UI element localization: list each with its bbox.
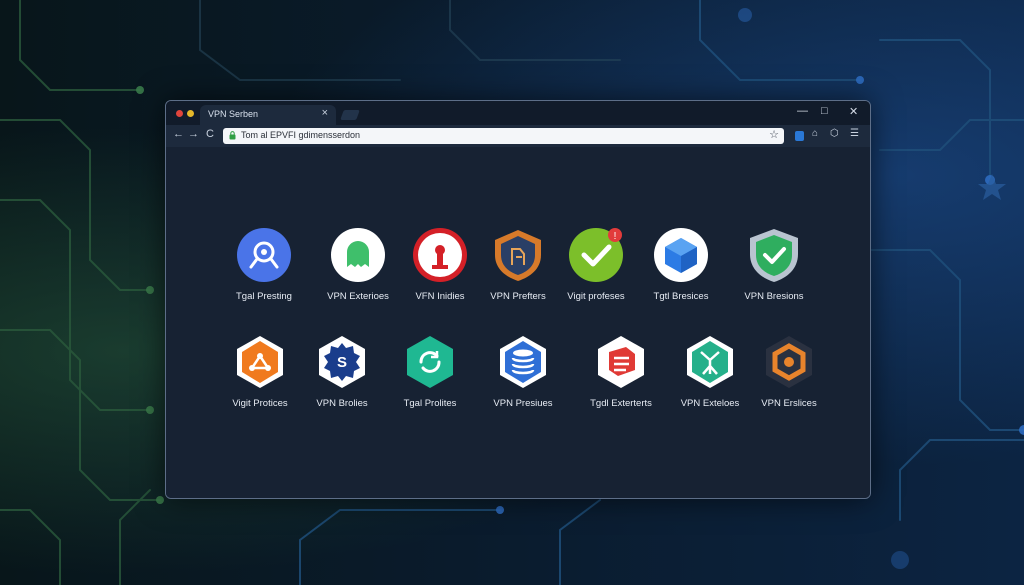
title-bar: VPN Serben × — □ ✕ — [166, 101, 870, 125]
crest-icon — [495, 230, 541, 281]
tree-icon — [687, 336, 733, 388]
address-bar[interactable]: Tom al EPVFI gdimensserdon ☆ — [223, 128, 784, 144]
bookmark-star-icon[interactable]: ☆ — [769, 128, 779, 141]
browser-toolbar: ← → C Tom al EPVFI gdimensserdon ☆ ⌂ ⬡ ☰ — [166, 125, 870, 148]
browser-tab[interactable]: VPN Serben × — [200, 105, 336, 125]
shield-check-icon — [750, 229, 798, 282]
close-dot-icon[interactable] — [176, 110, 183, 117]
app-tile[interactable]: VPN Erslices — [734, 334, 844, 424]
app-grid: Tgal Presting VPN Exterioes VFN Inidies — [166, 147, 870, 498]
ghost-icon — [331, 228, 385, 282]
s-badge-icon: S — [319, 336, 365, 388]
database-icon — [500, 336, 546, 388]
notification-badge: ! — [614, 231, 617, 242]
tab-close-icon[interactable]: × — [322, 107, 328, 119]
download-icon[interactable]: ⬡ — [830, 128, 839, 139]
hexagon-icon — [766, 336, 812, 388]
app-label: VPN Bresions — [744, 291, 804, 302]
search-icon — [237, 228, 291, 282]
tab-title: VPN Serben — [208, 109, 259, 119]
app-label: VPN Erslices — [761, 398, 817, 409]
url-text: Tom al EPVFI gdimensserdon — [241, 130, 361, 140]
reload-icon[interactable]: C — [206, 128, 214, 140]
app-label: VPN Presiues — [493, 398, 553, 409]
minimize-icon[interactable]: — — [797, 105, 808, 117]
chess-pawn-icon — [413, 228, 467, 282]
new-tab-button[interactable] — [340, 110, 360, 120]
refresh-icon — [407, 336, 453, 388]
window-close-icon[interactable]: ✕ — [849, 105, 858, 118]
app-tile[interactable]: VPN Bresions — [719, 227, 829, 317]
network-icon — [237, 336, 283, 388]
back-icon[interactable]: ← — [173, 128, 184, 140]
svg-text:S: S — [337, 354, 347, 371]
account-icon[interactable]: ⌂ — [812, 128, 818, 139]
maximize-icon[interactable]: □ — [821, 105, 828, 117]
lock-icon — [229, 131, 236, 140]
forward-icon[interactable]: → — [188, 128, 199, 140]
cube-icon — [654, 228, 708, 282]
menu-icon[interactable]: ☰ — [850, 128, 859, 139]
app-tile[interactable]: VPN Presiues — [468, 334, 578, 424]
browser-window: VPN Serben × — □ ✕ ← → C Tom al EPVFI gd… — [165, 100, 871, 499]
extension-icon[interactable] — [795, 131, 804, 141]
minimize-dot-icon[interactable] — [187, 110, 194, 117]
layers-icon — [598, 336, 644, 388]
checkmark-icon: ! — [569, 228, 623, 282]
